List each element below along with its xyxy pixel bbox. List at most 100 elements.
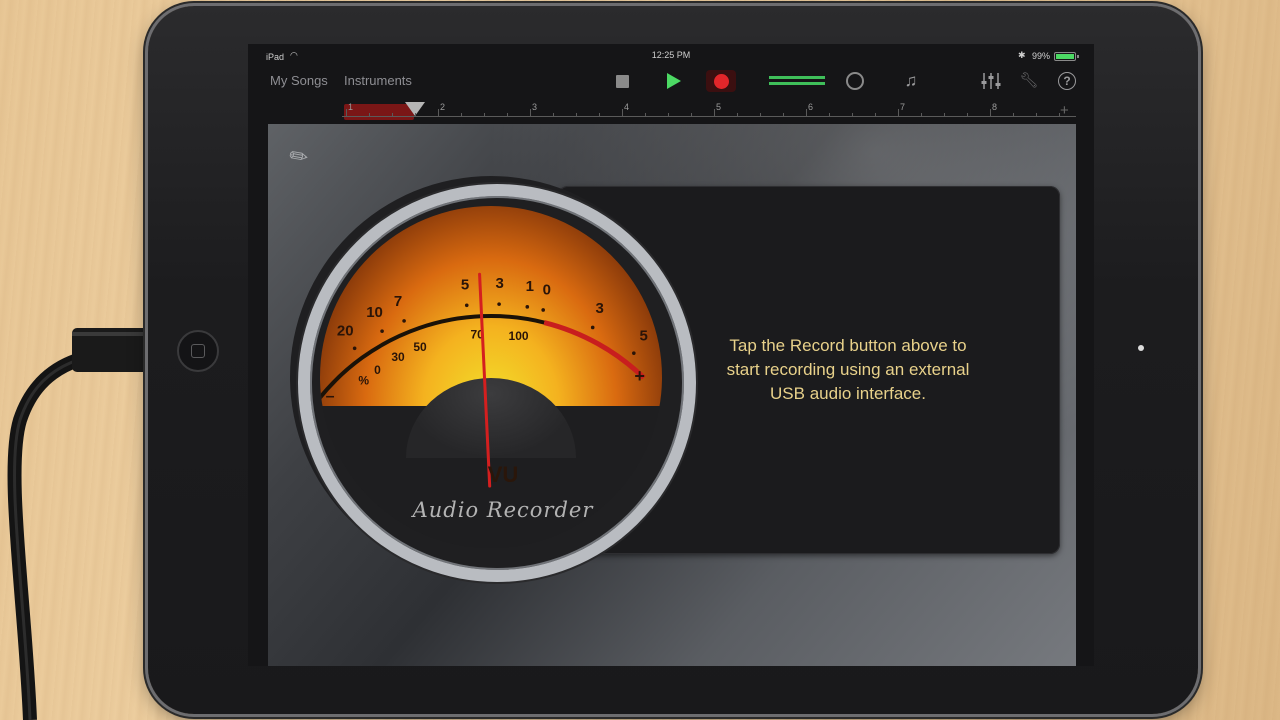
vu-dot	[402, 319, 406, 323]
ruler-tick	[691, 113, 692, 117]
status-time: 12:25 PM	[651, 50, 691, 60]
vu-dot	[497, 302, 501, 306]
help-icon: ?	[1058, 72, 1076, 90]
ruler-tick	[369, 113, 370, 117]
status-bar: iPad ◠ 12:25 PM ✱ 99%	[248, 44, 1094, 64]
mixer-button[interactable]	[978, 70, 1004, 92]
ruler-tick	[944, 113, 945, 117]
record-button[interactable]	[706, 70, 736, 92]
record-instructions: Tap the Record button above to start rec…	[708, 334, 988, 406]
timeline-ruler[interactable]: 1 2 3 4 5 6 7 8	[342, 102, 1076, 124]
metronome-icon	[846, 72, 864, 90]
vu-title: VU	[487, 462, 519, 487]
vu-plus-label: +	[634, 366, 645, 386]
vu-dot	[590, 325, 595, 330]
play-icon	[667, 73, 681, 89]
ruler-bar-number: 2	[440, 102, 446, 112]
ruler-bar-number: 3	[532, 102, 538, 112]
vu-dot	[541, 308, 545, 312]
settings-button[interactable]: 🔧︎	[1016, 70, 1042, 92]
bluetooth-icon: ✱	[1018, 50, 1026, 60]
recording-region	[344, 104, 414, 120]
instruments-button[interactable]: Instruments	[344, 73, 412, 88]
home-button[interactable]	[177, 330, 219, 372]
vu-upper-label: 0	[543, 281, 551, 298]
vu-lower-label: 30	[391, 350, 405, 364]
vu-scale: 201075 3 1 035%0305070 100–+	[320, 272, 648, 488]
my-songs-button[interactable]: My Songs	[270, 73, 328, 88]
ruler-tick	[622, 109, 623, 117]
battery-icon	[1054, 52, 1079, 61]
ruler-tick	[484, 113, 485, 117]
vu-lower-label: %	[358, 373, 369, 387]
ruler-tick	[530, 109, 531, 117]
vu-dot	[380, 329, 384, 333]
stop-icon	[615, 74, 629, 88]
ruler-tick	[852, 113, 853, 117]
vu-lower-label: 0	[374, 363, 381, 377]
loop-browser-button[interactable]: ♫	[898, 70, 924, 92]
vu-dot	[525, 305, 530, 309]
ruler-tick	[760, 113, 761, 117]
ruler-bar-number: 6	[808, 102, 814, 112]
screen: iPad ◠ 12:25 PM ✱ 99% My Songs Instrumen…	[248, 44, 1094, 666]
play-button[interactable]	[661, 70, 687, 92]
vu-dot	[352, 346, 357, 351]
ruler-tick	[898, 109, 899, 117]
instructions-line-1: Tap the Record button above to	[729, 336, 967, 355]
vu-upper-label: 10	[366, 304, 383, 321]
ruler-tick	[990, 109, 991, 117]
ruler-tick	[415, 113, 416, 117]
vu-upper-label: 3	[596, 300, 604, 317]
ruler-tick	[438, 109, 439, 117]
ruler-bar-number: 8	[992, 102, 998, 112]
loop-browser-icon: ♫	[904, 71, 918, 90]
vu-dot	[632, 351, 636, 355]
vu-upper-label: 7	[394, 293, 402, 310]
ruler-tick	[346, 109, 347, 117]
wrench-icon: 🔧︎	[1019, 72, 1039, 89]
vu-upper-label: 3	[495, 275, 503, 292]
ruler-tick	[507, 113, 508, 117]
audio-recorder-label: Audio Recorder	[412, 498, 594, 522]
instructions-line-3: USB audio interface.	[770, 384, 926, 403]
vu-face: 20 10 7 5 3 1 0 3 5% 0 30 50 70 100– +	[320, 206, 662, 548]
vu-upper-label: 20	[337, 322, 354, 339]
ruler-tick	[806, 109, 807, 117]
ruler-tick	[576, 113, 577, 117]
ruler-tick	[553, 113, 554, 117]
vu-meter: 20 10 7 5 3 1 0 3 5% 0 30 50 70 100– + VU Audio Record…	[290, 176, 696, 582]
help-button[interactable]: ?	[1054, 70, 1080, 92]
ruler-bar-number: 1	[348, 102, 354, 112]
vu-upper-label: 1	[526, 278, 534, 295]
ruler-tick	[829, 113, 830, 117]
toolbar: My Songs Instruments ♫ 🔧︎ ?	[248, 64, 1094, 98]
stop-button[interactable]	[609, 70, 635, 92]
ruler-tick	[645, 113, 646, 117]
vu-dot	[464, 303, 469, 308]
ruler-tick	[714, 109, 715, 117]
battery-percent: 99%	[1032, 51, 1051, 61]
camera-icon	[1138, 345, 1144, 351]
ruler-tick	[1013, 113, 1014, 117]
vu-lower-label: 50	[413, 340, 427, 354]
add-section-button[interactable]: +	[1060, 102, 1069, 119]
ruler-tick	[668, 113, 669, 117]
vu-lower-label: 100	[509, 329, 529, 343]
vu-arc-red	[543, 320, 646, 380]
ruler-tick	[875, 113, 876, 117]
ruler-tick	[737, 113, 738, 117]
ruler-tick	[783, 113, 784, 117]
ruler-tick	[392, 113, 393, 117]
ruler-tick	[967, 113, 968, 117]
ruler-tick	[921, 113, 922, 117]
ruler-tick	[461, 113, 462, 117]
vu-upper-label: 5	[640, 328, 648, 345]
ruler-bar-number: 4	[624, 102, 630, 112]
vu-minus-label: –	[326, 388, 335, 405]
metronome-button[interactable]	[842, 70, 868, 92]
ruler-bar-number: 7	[900, 102, 906, 112]
mixer-icon	[981, 73, 1001, 89]
vu-needle	[478, 272, 492, 488]
instructions-line-2: start recording using an external	[726, 360, 970, 379]
